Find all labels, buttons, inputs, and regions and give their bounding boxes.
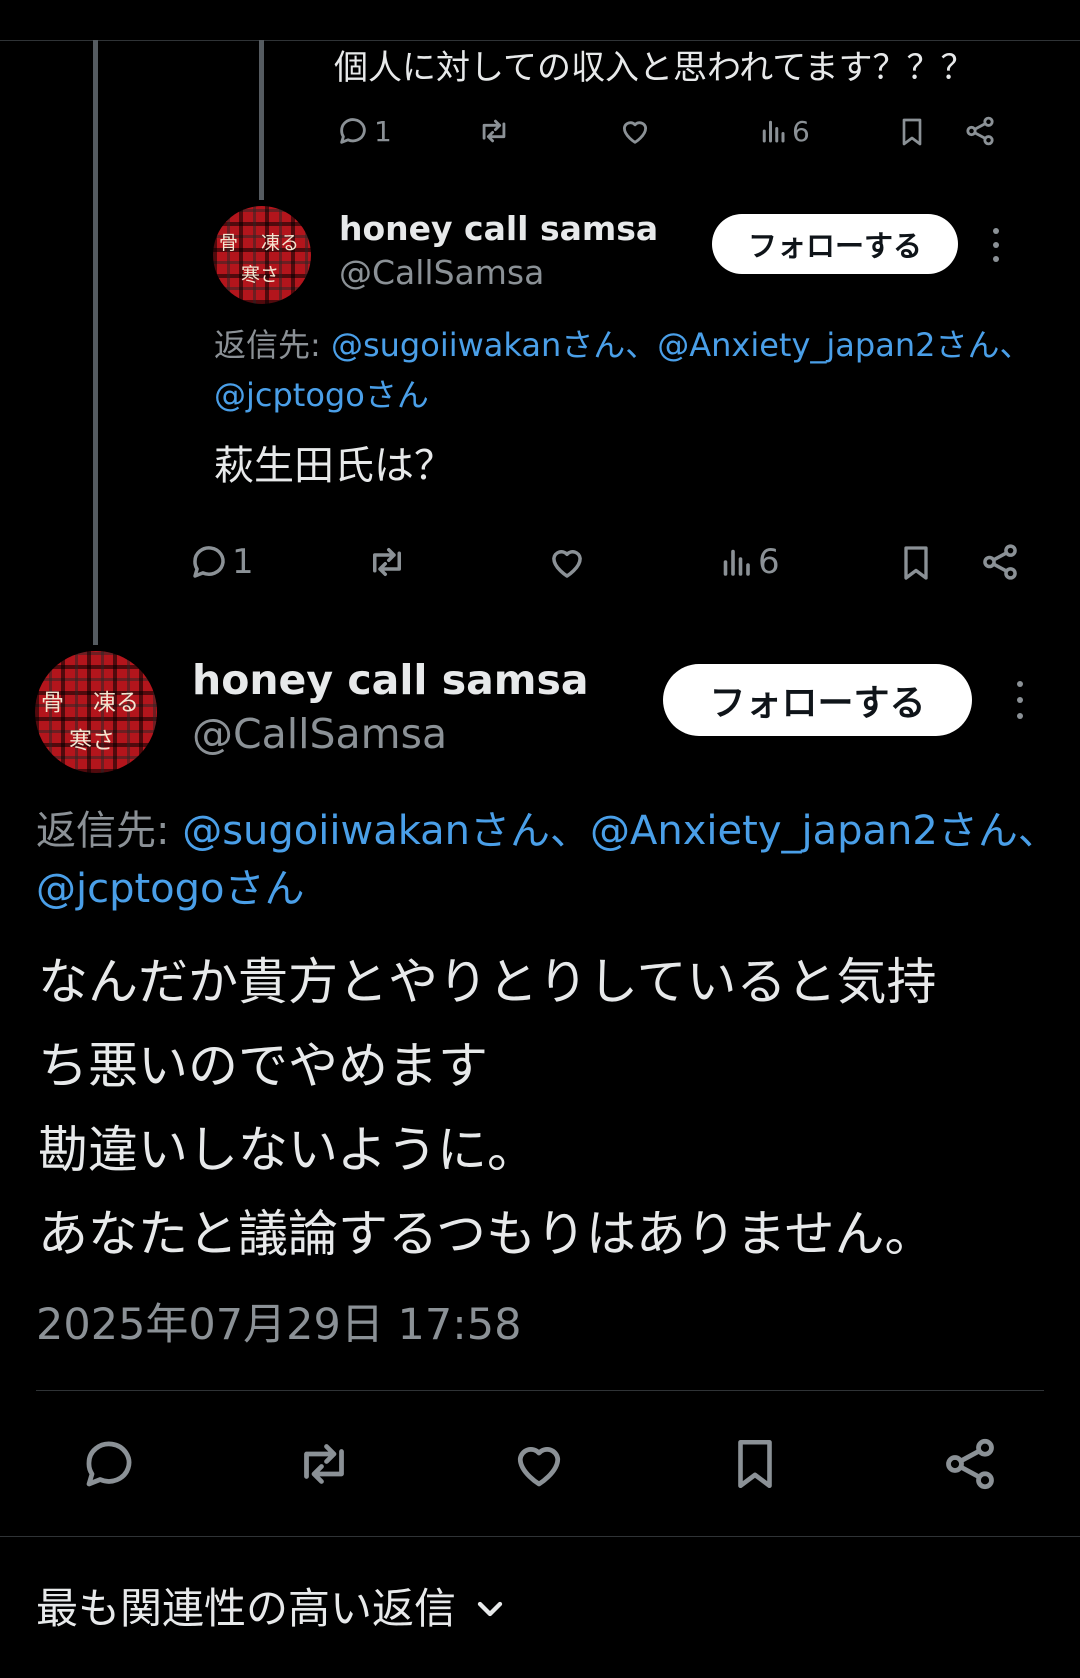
tweet1-text: 個人に対しての収入と思われてます？？？ (334, 48, 975, 88)
tweet2-follow-button[interactable]: フォローする (712, 214, 958, 274)
main-timestamp[interactable]: 2025年07月29日 17:58 (36, 1298, 521, 1352)
thread-line-outer (93, 40, 98, 645)
main-share-button[interactable] (940, 1434, 1000, 1494)
tweet2-reply-count: 1 (232, 542, 254, 582)
tweet2-handle[interactable]: @CallSamsa (339, 252, 544, 294)
tweet2-more-icon[interactable] (991, 228, 1001, 262)
main-handle[interactable]: @CallSamsa (192, 708, 447, 760)
tweet1-share-button[interactable] (963, 114, 997, 148)
thread-line-inner (259, 40, 264, 200)
like-icon (622, 121, 648, 144)
reply-to-mentions-line2[interactable]: @jcptogoさん (36, 862, 305, 916)
bookmark-icon (904, 546, 928, 580)
main-text-line: 勘違いしないように。 (38, 1121, 537, 1179)
like-icon (552, 550, 582, 578)
tweet2-retweet-button[interactable] (364, 541, 410, 583)
tweet1-like-button[interactable] (618, 114, 652, 148)
tweet2-reply-context: 返信先: @sugoiiwakanさん、@Anxiety_japan2さん、 (214, 322, 1031, 368)
tweet2-views[interactable]: 6 (718, 541, 780, 583)
views-icon (762, 120, 785, 143)
avatar-text: 寒さ (69, 728, 115, 754)
reply-icon (193, 546, 225, 578)
main-like-button[interactable] (509, 1434, 569, 1494)
views-icon (723, 549, 750, 576)
tweet1-views[interactable]: 6 (758, 114, 810, 148)
main-bookmark-button[interactable] (726, 1432, 784, 1496)
main-text-line: あなたと議論するつもりはありません。 (38, 1205, 935, 1263)
reply-to-prefix: 返信先: (36, 808, 183, 854)
chevron-down-icon (477, 1601, 503, 1617)
main-retweet-button[interactable] (291, 1434, 357, 1494)
main-avatar[interactable]: 骨 凍る 寒さ (35, 651, 157, 773)
tweet2-reply-button[interactable]: 1 (188, 541, 254, 583)
share-icon (983, 544, 1017, 580)
tweet1-reply-button[interactable]: 1 (336, 114, 392, 148)
main-more-icon[interactable] (1015, 681, 1025, 719)
like-icon (517, 1447, 561, 1487)
tweet1-bookmark-button[interactable] (896, 114, 928, 150)
retweet-icon (482, 119, 506, 143)
tweet1-reply-count: 1 (374, 114, 392, 148)
replies-sort-label: 最も関連性の高い返信 (36, 1584, 457, 1633)
tweet2-avatar[interactable]: 骨 凍る 寒さ (213, 206, 311, 304)
avatar-text: 寒さ (241, 264, 280, 286)
replies-sort-dropdown[interactable]: 最も関連性の高い返信 (36, 1582, 510, 1636)
tweet2-text: 萩生田氏は？ (214, 443, 454, 489)
share-icon (946, 1438, 994, 1490)
retweet-icon (304, 1444, 344, 1484)
reply-icon (340, 118, 366, 144)
tweet2-like-button[interactable] (546, 541, 588, 583)
retweet-icon (373, 548, 401, 576)
main-text-line: なんだか貴方とやりとりしていると気持 (38, 953, 937, 1011)
reply-icon (86, 1441, 132, 1487)
tweet2-bookmark-button[interactable] (896, 541, 936, 585)
avatar-text: 骨 (41, 690, 64, 716)
tweet1-view-count: 6 (792, 114, 810, 148)
main-text-line: ち悪いのでやめます (38, 1037, 488, 1095)
bookmark-icon (738, 1439, 772, 1489)
avatar-text: 骨 (219, 232, 239, 254)
tweet2-display-name[interactable]: honey call samsa (339, 208, 658, 250)
reply-to-prefix: 返信先: (214, 326, 331, 364)
action-bar-divider-top (36, 1390, 1044, 1391)
tweet2-view-count: 6 (758, 542, 780, 582)
avatar-text: 凍る (261, 232, 300, 254)
bookmark-icon (902, 118, 922, 146)
main-follow-button[interactable]: フォローする (663, 664, 972, 736)
action-bar-divider-bottom (0, 1536, 1080, 1537)
reply-to-mentions[interactable]: @sugoiiwakanさん、@Anxiety_japan2さん、 (331, 326, 1032, 364)
main-display-name[interactable]: honey call samsa (192, 654, 589, 706)
reply-to-mentions-line2[interactable]: @jcptogoさん (214, 372, 429, 418)
tweet1-retweet-button[interactable] (476, 114, 512, 148)
avatar-text: 凍る (93, 690, 139, 716)
tweet2-share-button[interactable] (979, 541, 1021, 583)
top-divider (0, 40, 1080, 41)
main-reply-context: 返信先: @sugoiiwakanさん、@Anxiety_japan2さん、 (36, 804, 1058, 858)
share-icon (966, 116, 994, 146)
main-reply-button[interactable] (79, 1434, 139, 1494)
reply-to-mentions[interactable]: @sugoiiwakanさん、@Anxiety_japan2さん、 (182, 808, 1058, 854)
